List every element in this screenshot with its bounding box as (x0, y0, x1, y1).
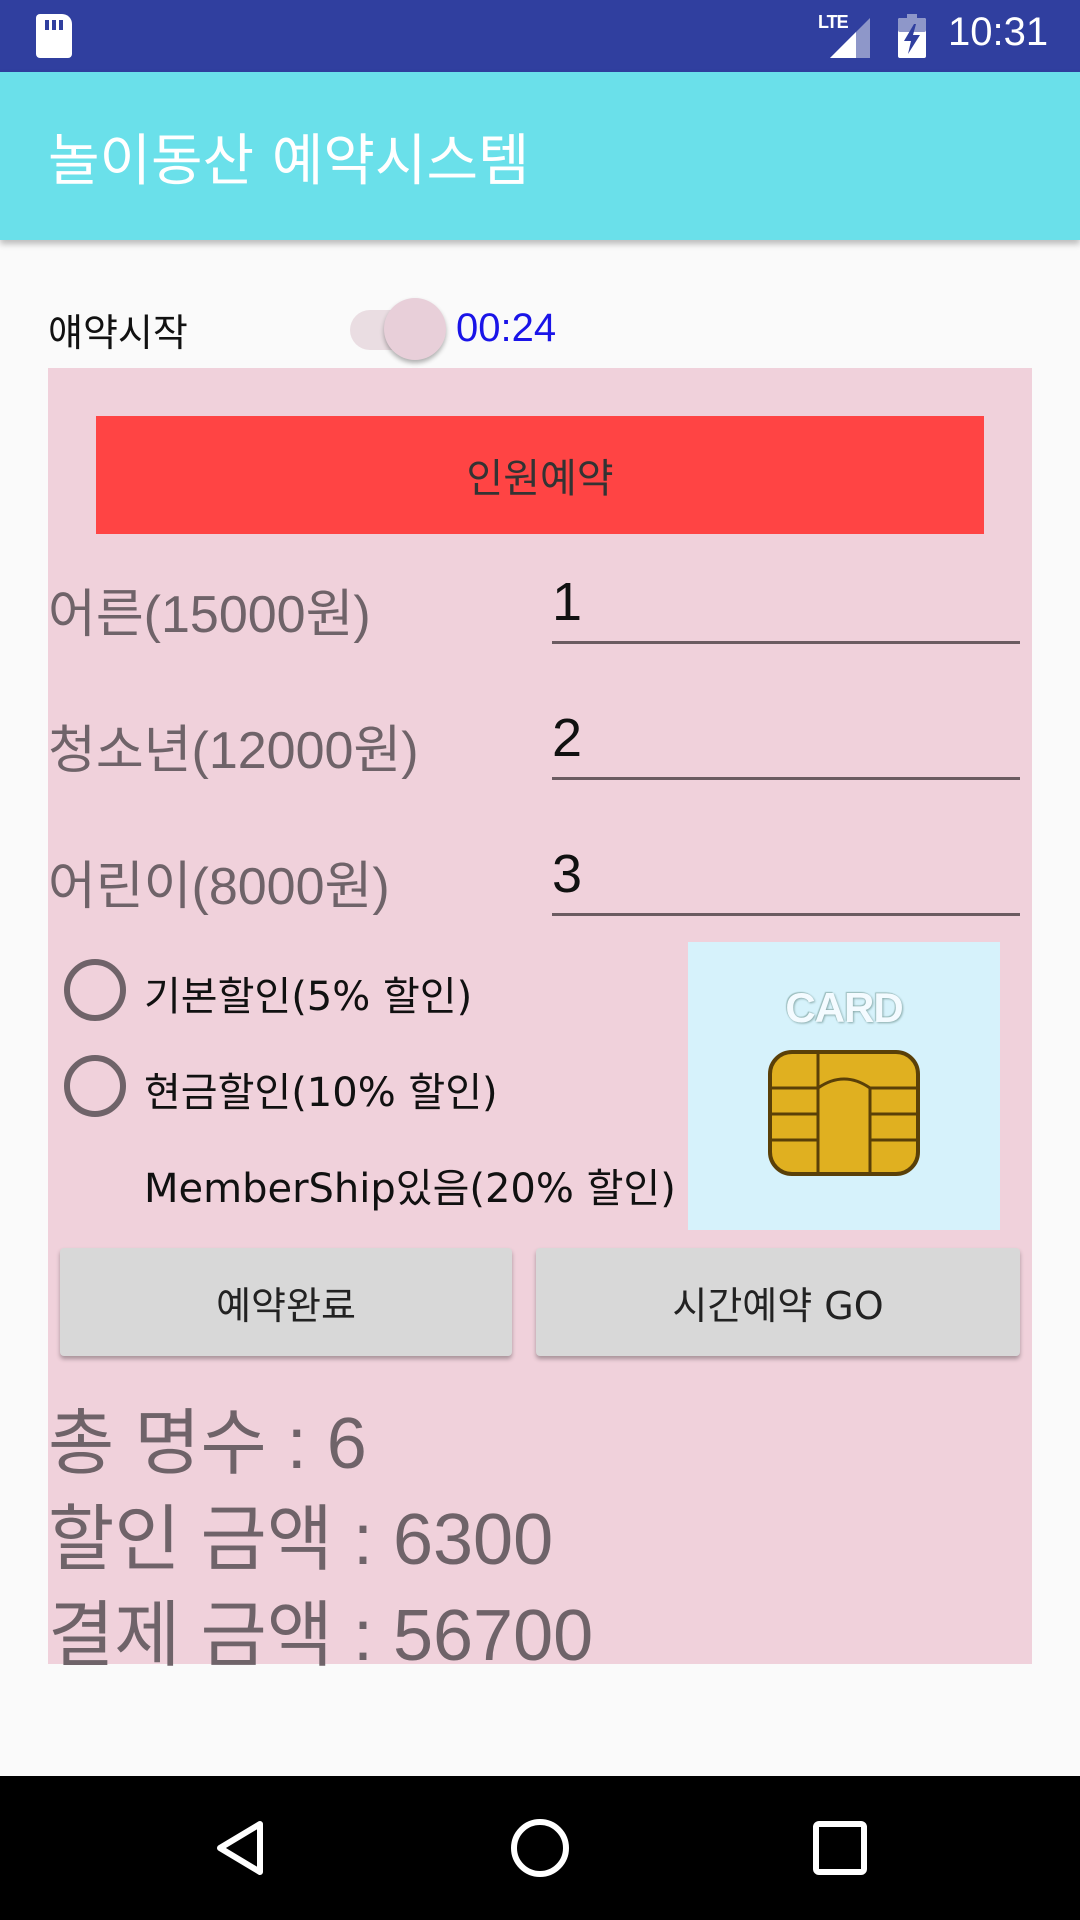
adult-label: 어른(15000원) (48, 586, 371, 644)
basic-discount-radio[interactable] (64, 959, 126, 1021)
start-switch-thumb[interactable] (384, 298, 446, 360)
status-bar: LTE 10:31 (0, 0, 1080, 72)
total-people-text: 총 명수 : 6 (48, 1404, 367, 1484)
basic-discount-label[interactable]: 기본할인(5% 할인) (144, 964, 472, 1022)
payment-amount-text: 결제 금액 : 56700 (48, 1596, 594, 1676)
child-count-input[interactable] (552, 834, 1020, 916)
discount-amount-text: 할인 금액 : 6300 (48, 1500, 554, 1580)
reservation-header: 인원예약 (96, 416, 984, 534)
home-icon[interactable] (508, 1816, 572, 1880)
sd-card-icon (36, 14, 72, 58)
cash-discount-radio[interactable] (64, 1055, 126, 1117)
youth-count-input[interactable] (552, 698, 1020, 780)
card-image-text: CARD (785, 984, 903, 1031)
youth-label: 청소년(12000원) (48, 722, 419, 780)
navigation-bar (0, 1776, 1080, 1920)
back-icon[interactable] (208, 1816, 272, 1880)
membership-discount-label: MemberShip있음(20% 할인) (144, 1166, 676, 1212)
card-image: CARD (688, 942, 1000, 1230)
start-label: 얘약시작 (48, 311, 188, 355)
card-chip-icon (768, 1050, 920, 1176)
recent-apps-icon[interactable] (808, 1816, 872, 1880)
cash-discount-label[interactable]: 현금할인(10% 할인) (144, 1060, 498, 1118)
adult-count-input[interactable] (552, 562, 1020, 644)
clock: 10:31 (948, 10, 1049, 54)
app-bar: 놀이동산 예약시스템 (0, 72, 1080, 240)
reservation-complete-button[interactable]: 예약완료 (60, 1248, 512, 1356)
battery-charging-icon (898, 14, 926, 58)
app-title: 놀이동산 예약시스템 (48, 129, 530, 194)
child-label: 어린이(8000원) (48, 858, 390, 916)
time-reservation-go-button[interactable]: 시간예약 GO (536, 1248, 1020, 1356)
lte-signal-icon: LTE (818, 12, 874, 58)
chronometer: 00:24 (456, 306, 557, 350)
